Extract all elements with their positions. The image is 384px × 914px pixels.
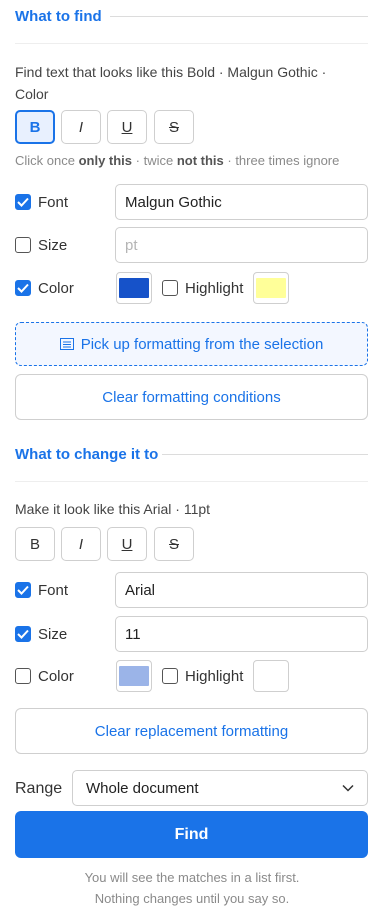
find-color-label: Color	[38, 280, 74, 297]
find-button[interactable]: Find	[15, 811, 368, 858]
replace-color-checkbox[interactable]	[15, 668, 31, 684]
find-section-title: What to find	[15, 8, 102, 25]
toggle-hint: Click once only this · twice not this · …	[15, 153, 340, 168]
checkmark-icon	[17, 283, 29, 293]
italic-button[interactable]: I	[61, 527, 101, 561]
section-divider	[110, 16, 368, 17]
find-size-label: Size	[38, 237, 68, 254]
find-highlight-checkbox[interactable]	[162, 280, 178, 296]
range-select[interactable]: Whole document	[72, 770, 368, 806]
replace-highlight-swatch[interactable]	[253, 660, 289, 692]
replace-font-input[interactable]: Arial	[115, 572, 368, 608]
find-size-checkbox[interactable]	[15, 237, 31, 253]
bold-button[interactable]: B	[15, 527, 55, 561]
find-color-checkbox[interactable]	[15, 280, 31, 296]
replace-preview-label: Make it look like this Arial · 11pt	[15, 501, 211, 517]
replace-size-label: Size	[38, 626, 68, 643]
footer-note-line-2: Nothing changes until you say so.	[94, 891, 290, 906]
checkmark-icon	[17, 629, 29, 639]
replace-size-input[interactable]: 11	[115, 616, 368, 652]
find-font-label: Font	[38, 194, 69, 211]
pickup-formatting-button[interactable]: Pick up formatting from the selection	[15, 322, 368, 366]
replace-color-label: Color	[38, 668, 74, 685]
find-font-input[interactable]: Malgun Gothic	[115, 184, 368, 220]
strikethrough-button[interactable]: S	[154, 527, 194, 561]
replace-size-checkbox[interactable]	[15, 626, 31, 642]
section-divider	[15, 481, 368, 482]
strikethrough-button[interactable]: S	[154, 110, 194, 144]
italic-button[interactable]: I	[61, 110, 101, 144]
find-preview-label: Find text that looks like this Bold · Ma…	[15, 64, 327, 102]
chevron-down-icon	[342, 784, 354, 792]
checkmark-icon	[17, 585, 29, 595]
footer-note-line-1: You will see the matches in a list first…	[84, 870, 300, 885]
underline-button[interactable]: U	[107, 527, 147, 561]
replace-font-checkbox[interactable]	[15, 582, 31, 598]
clear-replacement-button[interactable]: Clear replacement formatting	[15, 708, 368, 754]
section-divider	[162, 454, 368, 455]
underline-button[interactable]: U	[107, 110, 147, 144]
replace-section-title: What to change it to	[15, 446, 159, 463]
range-label: Range	[15, 780, 63, 797]
replace-font-label: Font	[38, 582, 69, 599]
replace-color-swatch[interactable]	[116, 660, 152, 692]
range-selected-value: Whole document	[86, 779, 199, 797]
find-color-swatch[interactable]	[116, 272, 152, 304]
find-highlight-label: Highlight	[185, 280, 244, 297]
clear-conditions-button[interactable]: Clear formatting conditions	[15, 374, 368, 420]
replace-highlight-checkbox[interactable]	[162, 668, 178, 684]
replace-highlight-label: Highlight	[185, 668, 244, 685]
section-divider	[15, 43, 368, 44]
checkmark-icon	[17, 197, 29, 207]
find-font-checkbox[interactable]	[15, 194, 31, 210]
find-size-input[interactable]: pt	[115, 227, 368, 263]
list-icon	[59, 338, 74, 350]
bold-button[interactable]: B	[15, 110, 55, 144]
find-highlight-swatch[interactable]	[253, 272, 289, 304]
